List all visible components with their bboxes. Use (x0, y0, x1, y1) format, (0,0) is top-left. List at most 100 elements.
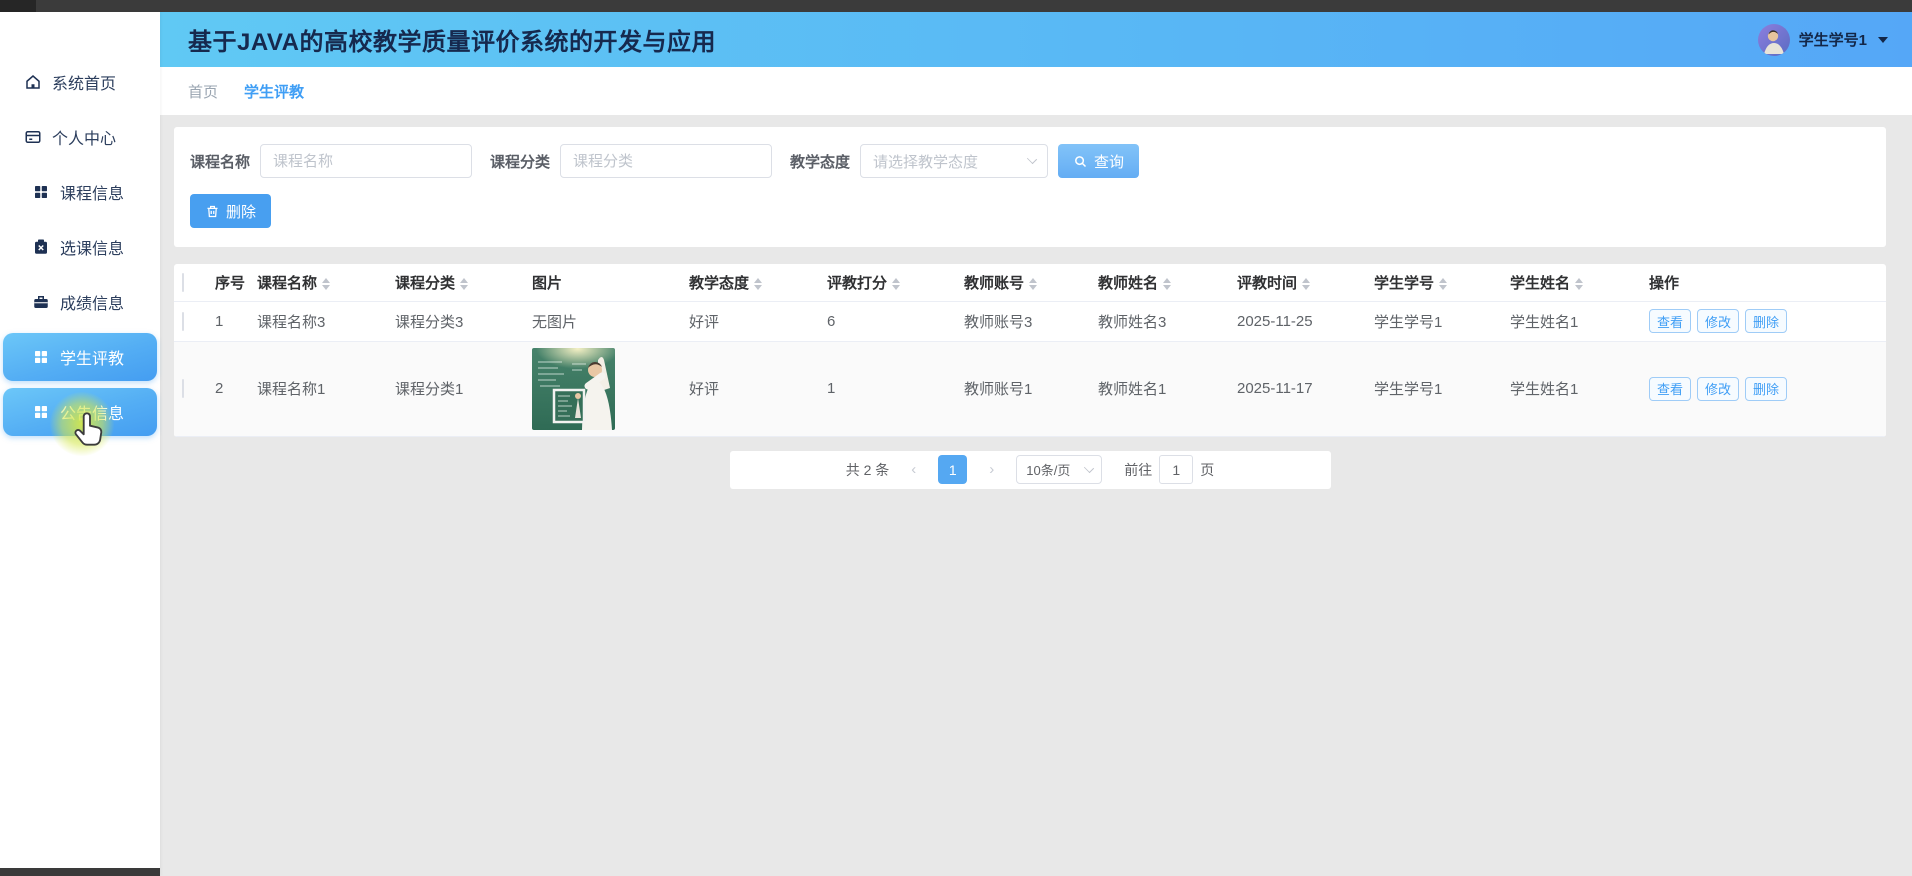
sidebar-item-course-selection[interactable]: 选课信息 (3, 223, 157, 271)
select-all-checkbox[interactable] (182, 273, 184, 292)
content-area: 课程名称 课程分类 教学态度 请选择教学态度 (160, 115, 1912, 876)
sidebar-item-home[interactable]: 系统首页 (3, 58, 157, 106)
avatar (1758, 24, 1790, 56)
search-icon (1073, 154, 1088, 169)
cell-attitude: 好评 (679, 301, 817, 341)
sidebar-item-label: 成绩信息 (60, 290, 124, 314)
page-size-select[interactable]: 10条/页 (1016, 455, 1102, 484)
col-score[interactable]: 评教打分 (817, 264, 954, 301)
prev-page-button[interactable]: ‹ (911, 461, 916, 478)
sort-icon[interactable] (1575, 278, 1583, 290)
col-eval-time[interactable]: 评教时间 (1227, 264, 1364, 301)
cell-teacher-account: 教师账号1 (954, 341, 1088, 436)
cell-score: 1 (817, 341, 954, 436)
sort-icon[interactable] (892, 278, 900, 290)
view-button[interactable]: 查看 (1649, 377, 1691, 401)
course-name-label: 课程名称 (190, 151, 250, 172)
id-card-icon (24, 128, 42, 146)
filter-card: 课程名称 课程分类 教学态度 请选择教学态度 (174, 127, 1886, 247)
breadcrumb: 首页 学生评教 (160, 67, 1912, 115)
attitude-select-placeholder: 请选择教学态度 (873, 151, 978, 172)
view-button[interactable]: 查看 (1649, 309, 1691, 333)
cell-student-name: 学生姓名1 (1500, 301, 1639, 341)
pagination: 共 2 条 ‹ 1 › 10条/页 前往 页 (730, 451, 1331, 489)
attitude-label: 教学态度 (790, 151, 850, 172)
cell-image (522, 341, 679, 436)
sidebar-item-label: 学生评教 (60, 345, 124, 369)
sidebar-item-announcements[interactable]: 公告信息 (3, 388, 157, 436)
grid-icon (32, 403, 50, 421)
browser-top-bar-corner (0, 0, 36, 12)
sidebar: 系统首页 个人中心 课程信息 (0, 12, 160, 876)
goto-label: 前往 (1124, 460, 1152, 480)
course-category-input[interactable] (560, 144, 772, 178)
page-size-value: 10条/页 (1026, 460, 1070, 479)
cell-teacher-account: 教师账号3 (954, 301, 1088, 341)
col-teacher-name[interactable]: 教师姓名 (1088, 264, 1227, 301)
page-title: 基于JAVA的高校教学质量评价系统的开发与应用 (188, 22, 716, 57)
sidebar-item-label: 系统首页 (52, 70, 116, 94)
col-student-name[interactable]: 学生姓名 (1500, 264, 1639, 301)
browser-top-bar (0, 0, 1912, 12)
course-image[interactable] (532, 348, 615, 430)
user-menu[interactable]: 学生学号1 (1758, 24, 1888, 56)
cell-course-category: 课程分类1 (385, 341, 522, 436)
pagination-total: 共 2 条 (846, 460, 890, 480)
attitude-select[interactable]: 请选择教学态度 (860, 144, 1048, 178)
cell-image-text: 无图片 (522, 301, 679, 341)
next-page-button[interactable]: › (989, 461, 994, 478)
sidebar-item-profile[interactable]: 个人中心 (3, 113, 157, 161)
chevron-down-icon (1027, 154, 1037, 164)
page-header: 基于JAVA的高校教学质量评价系统的开发与应用 学生学号1 (160, 12, 1912, 67)
breadcrumb-item-home[interactable]: 首页 (188, 81, 218, 102)
sort-icon[interactable] (754, 278, 762, 290)
trash-icon (205, 204, 220, 219)
sidebar-item-label: 选课信息 (60, 235, 124, 259)
goto-page-input[interactable] (1159, 455, 1193, 484)
breadcrumb-item-current[interactable]: 学生评教 (244, 81, 304, 102)
current-page-button[interactable]: 1 (938, 455, 967, 484)
sort-icon[interactable] (1302, 278, 1310, 290)
briefcase-icon (32, 293, 50, 311)
course-name-input[interactable] (260, 144, 472, 178)
cell-student-name: 学生姓名1 (1500, 341, 1639, 436)
table-header-row: 序号 课程名称 课程分类 图片 教学态度 评教打分 教师账号 教师姓名 评教时间… (174, 264, 1886, 301)
cell-student-id: 学生学号1 (1364, 341, 1500, 436)
row-checkbox[interactable] (182, 312, 184, 331)
col-actions: 操作 (1639, 264, 1886, 301)
row-delete-button[interactable]: 删除 (1745, 377, 1787, 401)
sidebar-item-grades[interactable]: 成绩信息 (3, 278, 157, 326)
edit-button[interactable]: 修改 (1697, 377, 1739, 401)
row-checkbox[interactable] (182, 379, 184, 398)
row-delete-button[interactable]: 删除 (1745, 309, 1787, 333)
sort-icon[interactable] (322, 278, 330, 290)
cell-score: 6 (817, 301, 954, 341)
sidebar-item-label: 课程信息 (60, 180, 124, 204)
delete-button-label: 删除 (226, 201, 256, 222)
app-window: 系统首页 个人中心 课程信息 (0, 0, 1912, 876)
course-category-label: 课程分类 (490, 151, 550, 172)
col-image: 图片 (522, 264, 679, 301)
delete-button[interactable]: 删除 (190, 194, 271, 228)
sidebar-item-courses[interactable]: 课程信息 (3, 168, 157, 216)
col-course-name[interactable]: 课程名称 (247, 264, 385, 301)
col-student-id[interactable]: 学生学号 (1364, 264, 1500, 301)
col-index: 序号 (205, 264, 247, 301)
cell-actions: 查看修改删除 (1639, 301, 1886, 341)
col-course-category[interactable]: 课程分类 (385, 264, 522, 301)
cell-teacher-name: 教师姓名3 (1088, 301, 1227, 341)
cell-attitude: 好评 (679, 341, 817, 436)
col-teacher-account[interactable]: 教师账号 (954, 264, 1088, 301)
cell-eval-time: 2025-11-17 (1227, 341, 1364, 436)
cell-actions: 查看修改删除 (1639, 341, 1886, 436)
sort-icon[interactable] (1029, 278, 1037, 290)
col-attitude[interactable]: 教学态度 (679, 264, 817, 301)
sidebar-item-student-evaluation[interactable]: 学生评教 (3, 333, 157, 381)
search-button[interactable]: 查询 (1058, 144, 1139, 178)
edit-button[interactable]: 修改 (1697, 309, 1739, 333)
sort-icon[interactable] (460, 278, 468, 290)
chevron-down-icon (1878, 37, 1888, 43)
sort-icon[interactable] (1163, 278, 1171, 290)
cell-course-category: 课程分类3 (385, 301, 522, 341)
sort-icon[interactable] (1439, 278, 1447, 290)
